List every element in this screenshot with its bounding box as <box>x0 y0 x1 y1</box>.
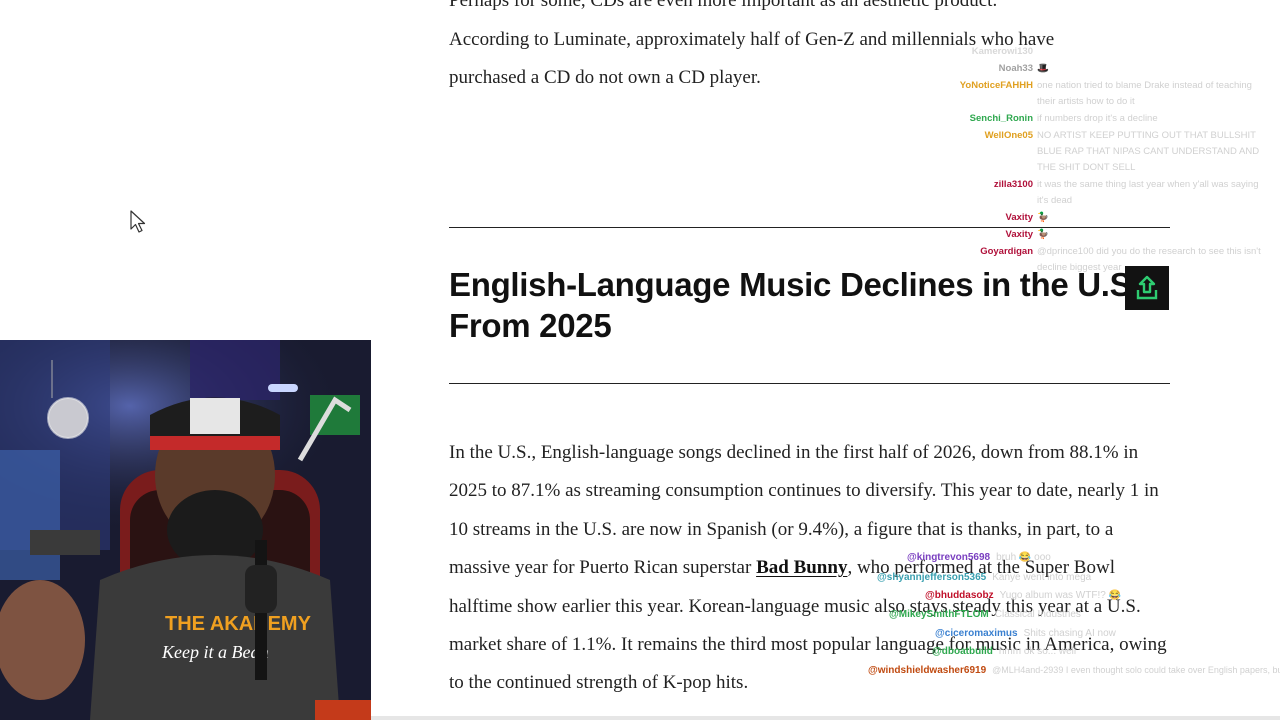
webcam-overlay: THE AKADEMY Keep it a Bean <box>0 340 371 720</box>
chat-message: YoNoticeFAHHH one nation tried to blame … <box>940 78 1270 111</box>
chat-text: Shits chasing AI now <box>1023 628 1116 639</box>
chat-username: @bhuddasobz <box>925 590 994 601</box>
chat-text: if numbers drop it's a decline <box>1037 113 1158 124</box>
share-icon <box>1136 275 1158 300</box>
shirt-text-line-2: Keep it a Bean <box>161 642 268 662</box>
chat-text: it was the same thing last year when y'a… <box>1037 179 1259 206</box>
chat-text: one nation tried to blame Drake instead … <box>1037 80 1252 107</box>
chat-text: 🎩 <box>1037 63 1049 74</box>
chat-message: zilla3100 it was the same thing last yea… <box>940 177 1270 210</box>
section-headline: English-Language Music Declines in the U… <box>449 266 1141 344</box>
chat-message: @kingtrevon5698 bruh 😂 ooo <box>907 552 1051 563</box>
chat-message: Noah33 🎩 <box>940 61 1270 78</box>
chat-text: @MLH4and-2939 I even thought solo could … <box>992 665 1280 675</box>
section-divider-bottom <box>449 383 1170 384</box>
chat-username: Noah33 <box>998 63 1033 74</box>
chat-message: Vaxity 🦆 <box>940 210 1270 227</box>
chat-username: zilla3100 <box>993 179 1033 190</box>
chat-text: @dprince100 did you do the research to s… <box>1037 246 1261 273</box>
chat-message: @shyannjefferson5365 Kanye went into mega <box>877 572 1091 583</box>
chat-text: 🦆 <box>1037 229 1049 240</box>
mouse-cursor-icon <box>130 210 146 233</box>
chat-text: Kanye went into mega <box>992 572 1092 583</box>
chat-username: YoNoticeFAHHH <box>959 80 1033 91</box>
chat-text: Classical Industries <box>994 609 1081 620</box>
chat-username: Senchi_Ronin <box>969 113 1033 124</box>
chat-text: hmm ok so... well <box>998 646 1077 657</box>
chat-message: @dboatbuild hmm ok so... well <box>932 646 1076 657</box>
chat-message: Goyardigan @dprince100 did you do the re… <box>940 244 1270 276</box>
chat-username: @dboatbuild <box>932 646 993 657</box>
chat-message: Kamerowi130 <box>940 44 1270 61</box>
chat-username: WellOne05 <box>984 130 1033 141</box>
live-chat-overlay: Kamerowi130 Noah33 🎩 YoNoticeFAHHH one n… <box>940 44 1270 276</box>
chat-message: Vaxity 🦆 <box>940 227 1270 244</box>
chat-username: @ciceromaximus <box>935 628 1018 639</box>
chat-username: Kamerowi130 <box>971 46 1033 57</box>
bad-bunny-link[interactable]: Bad Bunny <box>756 557 847 578</box>
chat-message: Senchi_Ronin if numbers drop it's a decl… <box>940 111 1270 128</box>
chat-text: Yugo album was WTF!? 😂 <box>999 590 1122 601</box>
chat-text: bruh 😂 ooo <box>996 552 1051 563</box>
chat-username: @shyannjefferson5365 <box>877 572 987 583</box>
chat-message: @windshieldwasher6919 @MLH4and-2939 I eve… <box>868 665 1280 676</box>
chat-username: @kingtrevon5698 <box>907 552 991 563</box>
chat-message: @ciceromaximus Shits chasing AI now <box>935 628 1116 639</box>
chat-username: Vaxity <box>1005 212 1033 223</box>
chat-username: Goyardigan <box>980 246 1033 257</box>
shirt-text-line-1: THE AKADEMY <box>165 613 312 635</box>
chat-message: @MikeySmithFTLOM Classical Industries <box>889 609 1081 620</box>
chat-text: 🦆 <box>1037 212 1049 223</box>
chat-message: @bhuddasobz Yugo album was WTF!? 😂 <box>925 590 1121 601</box>
intro-line-1: Perhaps for some, CDs are even more impo… <box>449 0 998 11</box>
chat-username: @MikeySmithFTLOM <box>889 609 989 620</box>
chat-message: WellOne05 NO ARTIST KEEP PUTTING OUT THA… <box>940 128 1270 177</box>
chat-username: @windshieldwasher6919 <box>868 665 987 676</box>
bottom-scroll-edge <box>371 716 1280 720</box>
streamer-video-frame: THE AKADEMY Keep it a Bean <box>0 340 371 720</box>
chat-text: NO ARTIST KEEP PUTTING OUT THAT BULLSHIT… <box>1037 130 1260 173</box>
chat-username: Vaxity <box>1005 229 1033 240</box>
article-body: In the U.S., English-language songs decl… <box>449 434 1174 703</box>
